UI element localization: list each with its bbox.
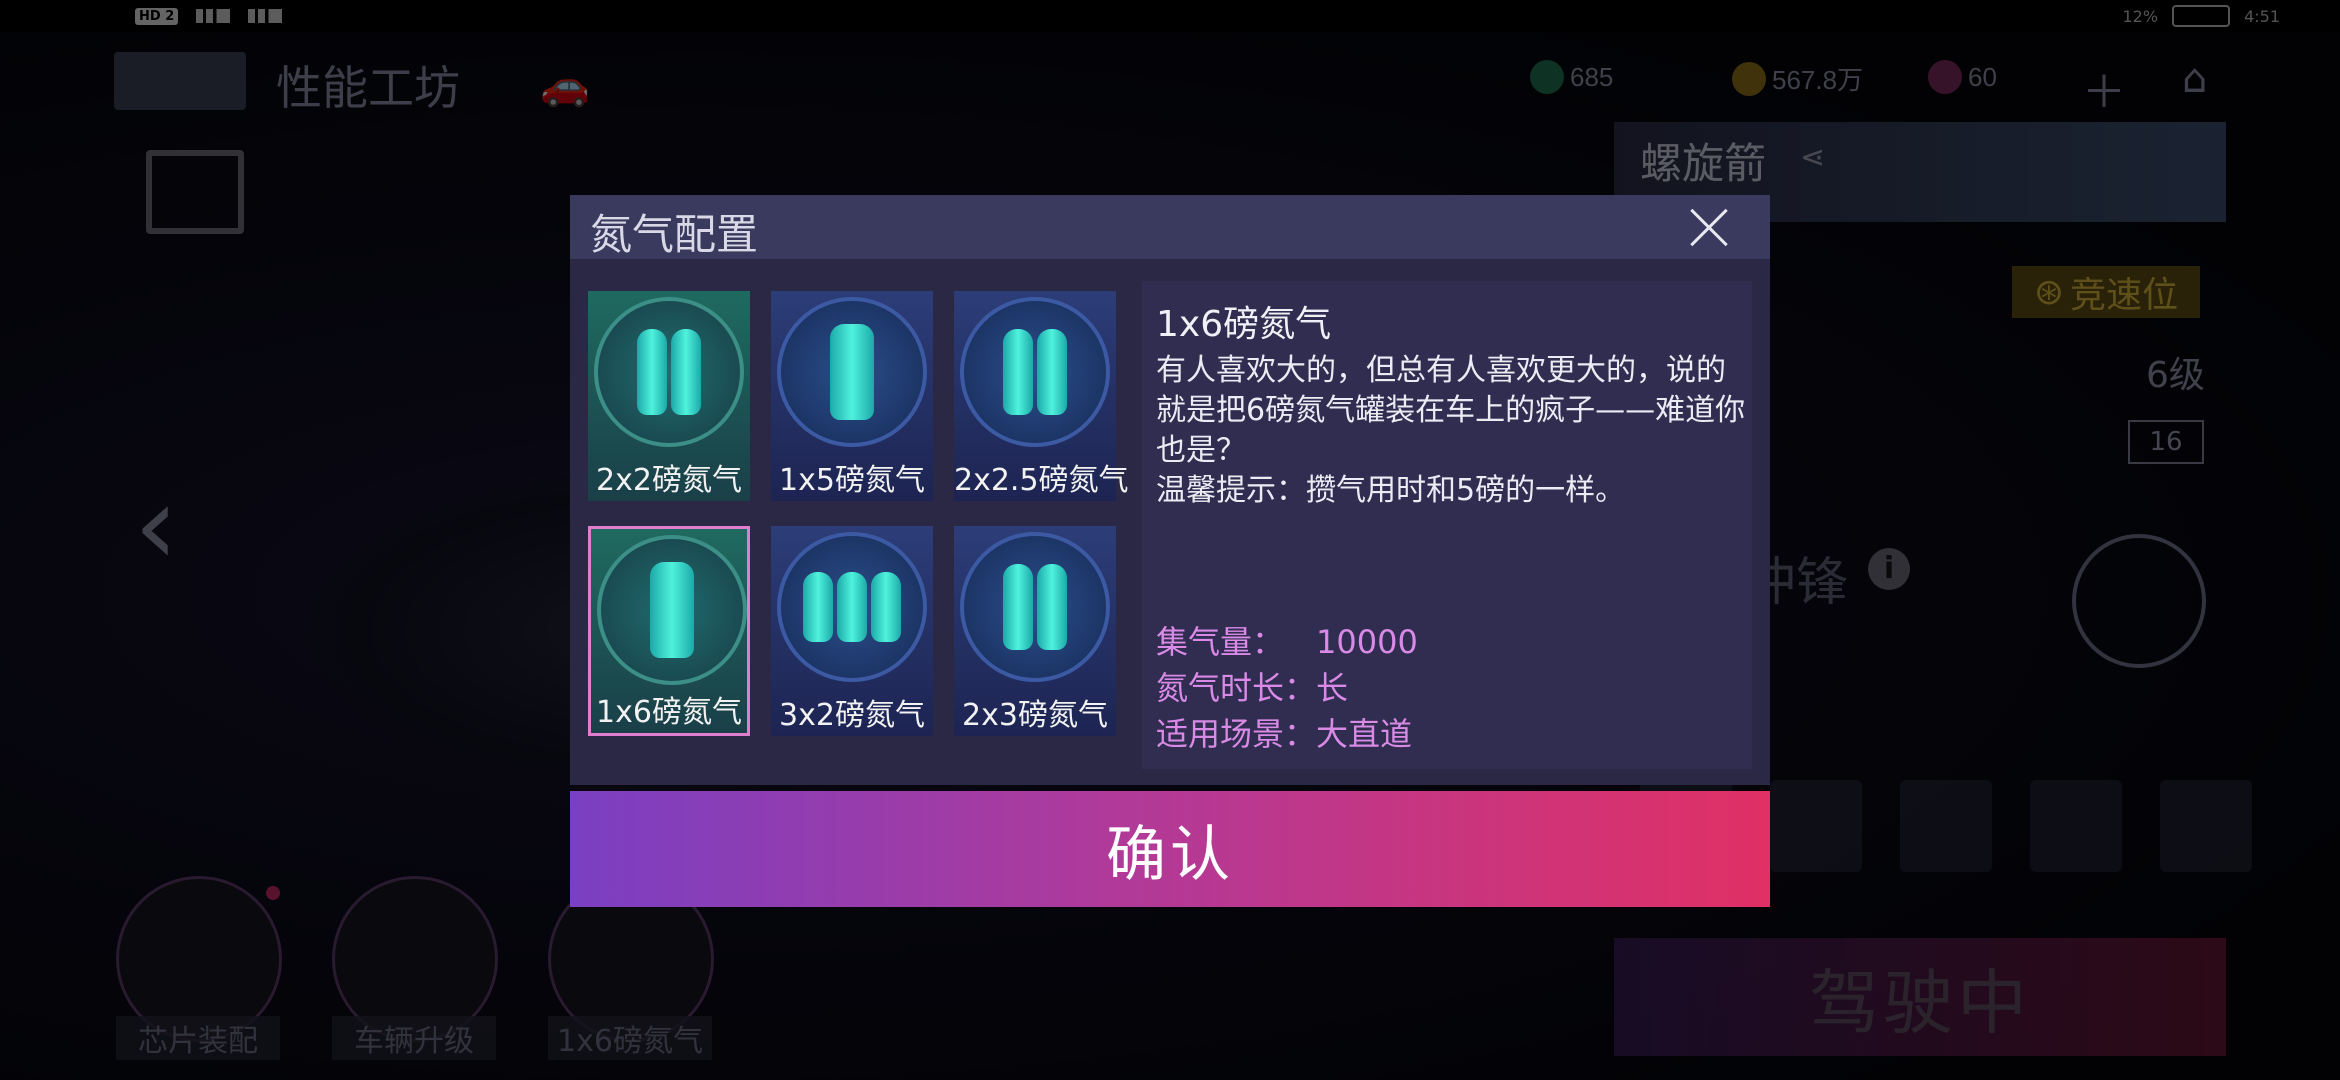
single-tank-icon xyxy=(777,297,927,447)
single-tank-icon xyxy=(597,535,747,685)
currency-gems: 60 xyxy=(1928,60,1997,94)
nitro-option-3x2[interactable]: 3x2磅氮气 xyxy=(771,526,933,736)
triple-tank-icon xyxy=(777,532,927,682)
wheel-icon: ⊛ xyxy=(2033,271,2065,313)
skill-icon[interactable] xyxy=(2072,534,2206,668)
gem-icon xyxy=(1928,60,1962,94)
dialog-header: 氮气配置 xyxy=(570,195,1770,259)
currency-coins: 567.8万 xyxy=(1732,60,1863,97)
option-label: 2x3磅氮气 xyxy=(962,698,1108,733)
car-name: 螺旋箭 xyxy=(1640,139,1767,188)
detail-description: 有人喜欢大的，但总有人喜欢更大的，说的就是把6磅氮气罐装在车上的疯子——难道你也… xyxy=(1156,351,1746,511)
level-badge-value: 16 xyxy=(2149,427,2183,457)
back-button[interactable] xyxy=(114,52,246,110)
computer-icon[interactable] xyxy=(146,150,244,234)
coin-icon xyxy=(1732,61,1766,96)
nitro-detail-panel: 1x6磅氮气 有人喜欢大的，但总有人喜欢更大的，说的就是把6磅氮气罐装在车上的疯… xyxy=(1142,281,1752,769)
currency-value: 567.8万 xyxy=(1772,65,1864,95)
tip-text: 温馨提示：攒气用时和5磅的一样。 xyxy=(1156,473,1626,508)
detail-stats: 集气量： 10000 氮气时长： 长 适用场景： 大直道 xyxy=(1156,619,1418,757)
stat-row: 氮气时长： 长 xyxy=(1156,665,1418,711)
dialog-title: 氮气配置 xyxy=(590,210,759,259)
detail-title: 1x6磅氮气 xyxy=(1156,304,1332,345)
home-icon[interactable]: ⌂ xyxy=(2182,56,2207,102)
nitro-option-2x3[interactable]: 2x3磅氮气 xyxy=(954,526,1116,736)
twin-tank-icon xyxy=(960,532,1110,682)
feature-tile[interactable] xyxy=(2030,780,2122,872)
add-currency-button[interactable]: ＋ xyxy=(2082,56,2126,120)
nitro-config-dialog: 氮气配置 2x2磅氮气 1x5磅氮气 2x2.5磅氮气 1x6磅氮气 3x2磅氮… xyxy=(570,195,1770,907)
currency-tickets: 685 xyxy=(1530,60,1613,94)
option-label: 2x2.5磅氮气 xyxy=(954,463,1129,498)
feature-tile[interactable] xyxy=(1900,780,1992,872)
option-label: 3x2磅氮气 xyxy=(779,698,925,733)
garage-car-icon[interactable]: 🚗 xyxy=(540,62,590,109)
feature-tile[interactable] xyxy=(1770,780,1862,872)
twin-tank-icon xyxy=(594,297,744,447)
vehicle-upgrade-button[interactable]: 车辆升级 xyxy=(332,876,498,1060)
nitro-options-grid: 2x2磅氮气 1x5磅氮气 2x2.5磅氮气 1x6磅氮气 3x2磅氮气 2x3… xyxy=(588,291,1129,736)
stat-row: 集气量： 10000 xyxy=(1156,619,1418,665)
share-icon[interactable]: ⋖ xyxy=(1800,140,1825,175)
menu-label: 芯片装配 xyxy=(116,1016,280,1060)
stat-row: 适用场景： 大直道 xyxy=(1156,711,1418,757)
stat-key: 适用场景： xyxy=(1156,715,1317,753)
race-slot-badge: ⊛ 竞速位 xyxy=(2012,266,2200,318)
menu-label: 车辆升级 xyxy=(332,1016,496,1060)
driving-label: 驾驶中 xyxy=(1809,961,2031,1044)
twin-tank-icon xyxy=(960,297,1110,447)
menu-label: 1x6磅氮气 xyxy=(548,1016,712,1060)
currency-value: 60 xyxy=(1968,61,1997,92)
option-label: 1x6磅氮气 xyxy=(596,695,742,730)
nitro-option-1x6-selected[interactable]: 1x6磅氮气 xyxy=(588,526,750,736)
currency-value: 685 xyxy=(1570,61,1614,92)
stat-value: 大直道 xyxy=(1316,715,1413,753)
race-badge-label: 竞速位 xyxy=(2070,275,2179,316)
confirm-label: 确认 xyxy=(1106,819,1234,890)
option-label: 1x5磅氮气 xyxy=(779,463,925,498)
top-bar: 性能工坊 🚗 685 567.8万 60 ＋ ⌂ xyxy=(0,32,2340,118)
chip-install-button[interactable]: 芯片装配 xyxy=(116,876,282,1060)
feature-tile[interactable] xyxy=(2160,780,2252,872)
nitro-option-2x2[interactable]: 2x2磅氮气 xyxy=(588,291,750,501)
chevron-left-icon[interactable]: ‹ xyxy=(134,470,178,580)
page-title: 性能工坊 xyxy=(276,61,460,115)
option-label: 2x2磅氮气 xyxy=(596,463,742,498)
stat-value: 长 xyxy=(1316,669,1349,707)
driving-button[interactable]: 驾驶中 xyxy=(1614,938,2226,1056)
description-text: 有人喜欢大的，但总有人喜欢更大的，说的就是把6磅氮气罐装在车上的疯子——难道你也… xyxy=(1156,353,1746,468)
info-icon[interactable]: i xyxy=(1868,548,1910,590)
dialog-body: 2x2磅氮气 1x5磅氮气 2x2.5磅氮气 1x6磅氮气 3x2磅氮气 2x3… xyxy=(570,259,1770,785)
nitro-option-1x5[interactable]: 1x5磅氮气 xyxy=(771,291,933,501)
game-screen: HD 2 12% 4:51 性能工坊 🚗 685 567.8万 60 ＋ ⌂ ‹… xyxy=(0,0,2340,1080)
level-badge: 16 xyxy=(2128,420,2204,464)
nitro-option-2x2.5[interactable]: 2x2.5磅氮气 xyxy=(954,291,1129,501)
close-icon[interactable] xyxy=(1688,207,1730,249)
car-level: 6级 xyxy=(2146,355,2205,396)
ticket-icon xyxy=(1530,60,1564,94)
notification-dot xyxy=(266,886,280,900)
stat-key: 集气量： xyxy=(1156,623,1285,661)
stat-value: 10000 xyxy=(1316,623,1418,661)
confirm-button[interactable]: 确认 xyxy=(570,791,1770,907)
stat-key: 氮气时长： xyxy=(1156,669,1317,707)
